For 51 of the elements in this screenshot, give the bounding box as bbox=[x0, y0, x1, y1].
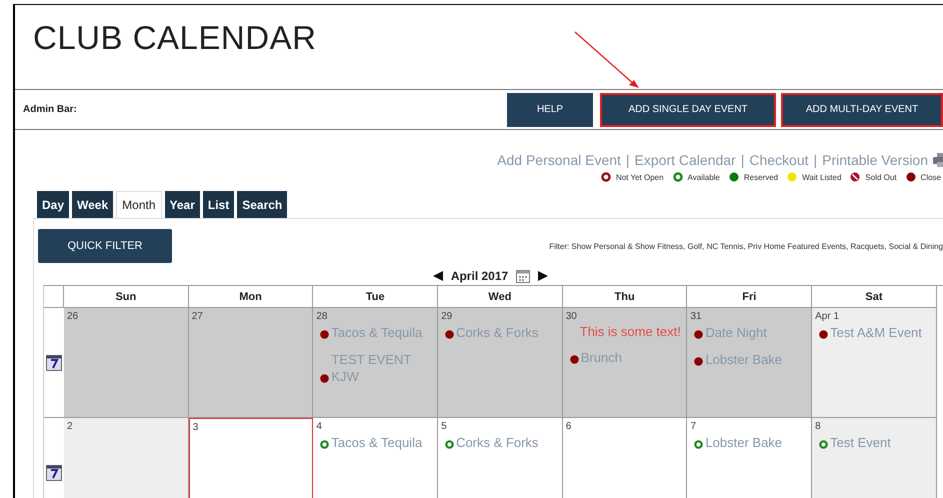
admin-bar-label: Admin Bar: bbox=[22, 104, 78, 115]
legend-label: Wait Listed bbox=[802, 172, 842, 182]
view-tab[interactable]: Year bbox=[164, 191, 200, 218]
day-number: Apr 1 bbox=[815, 311, 840, 322]
filter-summary: Filter: Show Personal & Show Fitness, Golf, NC Tennis, Priv Home Featured Events, Racquets, Social & Dining bbox=[549, 242, 943, 250]
day-number: 30 bbox=[566, 311, 578, 322]
view-tab[interactable]: Month bbox=[116, 191, 162, 218]
day-number: 8 bbox=[815, 421, 822, 432]
calendar-icon[interactable] bbox=[516, 269, 530, 283]
legend-label: Close bbox=[920, 172, 941, 182]
view-tab[interactable]: Day bbox=[37, 191, 70, 218]
day-number: 28 bbox=[316, 311, 328, 322]
day-cell[interactable]: 8 Test Event bbox=[812, 418, 937, 498]
day-cell[interactable]: 26 bbox=[64, 308, 189, 418]
day-cell[interactable]: 3 bbox=[188, 418, 314, 498]
day-number: 4 bbox=[316, 421, 323, 432]
day-number: 29 bbox=[441, 311, 454, 322]
admin-button[interactable]: ADD MULTI-DAY EVENT bbox=[781, 92, 943, 126]
day-number: 27 bbox=[192, 311, 204, 322]
day-number: 3 bbox=[192, 422, 200, 433]
month-title: April 2017 bbox=[450, 269, 508, 283]
previous-month-icon[interactable] bbox=[432, 271, 443, 281]
day-cell[interactable]: 27 bbox=[188, 308, 314, 418]
view-tab[interactable]: List bbox=[202, 191, 234, 218]
day-number: 31 bbox=[690, 311, 703, 322]
admin-button[interactable]: HELP bbox=[507, 92, 593, 126]
separator: | bbox=[626, 152, 630, 168]
view-tab[interactable]: Search bbox=[237, 191, 288, 218]
week-view-icon[interactable] bbox=[46, 354, 62, 370]
week-view-icon[interactable] bbox=[46, 464, 62, 480]
quick-filter-button[interactable]: QUICK FILTER bbox=[38, 229, 172, 263]
next-month-icon[interactable] bbox=[538, 271, 548, 281]
day-number: 6 bbox=[566, 421, 572, 432]
separator: | bbox=[740, 152, 744, 168]
day-note: This is some text! bbox=[580, 324, 682, 339]
day-cell[interactable]: 2 bbox=[64, 418, 189, 498]
admin-button[interactable]: ADD SINGLE DAY EVENT bbox=[600, 92, 776, 126]
page-title: CLUB CALENDAR bbox=[33, 19, 316, 58]
legend-label: Not Yet Open bbox=[616, 172, 664, 182]
day-number: 5 bbox=[441, 421, 448, 432]
day-cell[interactable]: Apr 1 Test A&M Event bbox=[812, 308, 937, 418]
day-number: 7 bbox=[690, 421, 697, 432]
day-number: 26 bbox=[67, 311, 80, 322]
day-cell[interactable]: 30 This is some text! Brunch bbox=[562, 308, 688, 418]
legend-label: Reserved bbox=[744, 172, 778, 182]
view-tab[interactable]: Week bbox=[72, 191, 114, 218]
legend-label: Available bbox=[688, 172, 720, 182]
separator: | bbox=[814, 152, 818, 168]
legend-label: Sold Out bbox=[865, 172, 897, 182]
day-cell[interactable]: 29 Corks & Forks bbox=[438, 308, 563, 418]
day-number: 2 bbox=[67, 421, 74, 432]
